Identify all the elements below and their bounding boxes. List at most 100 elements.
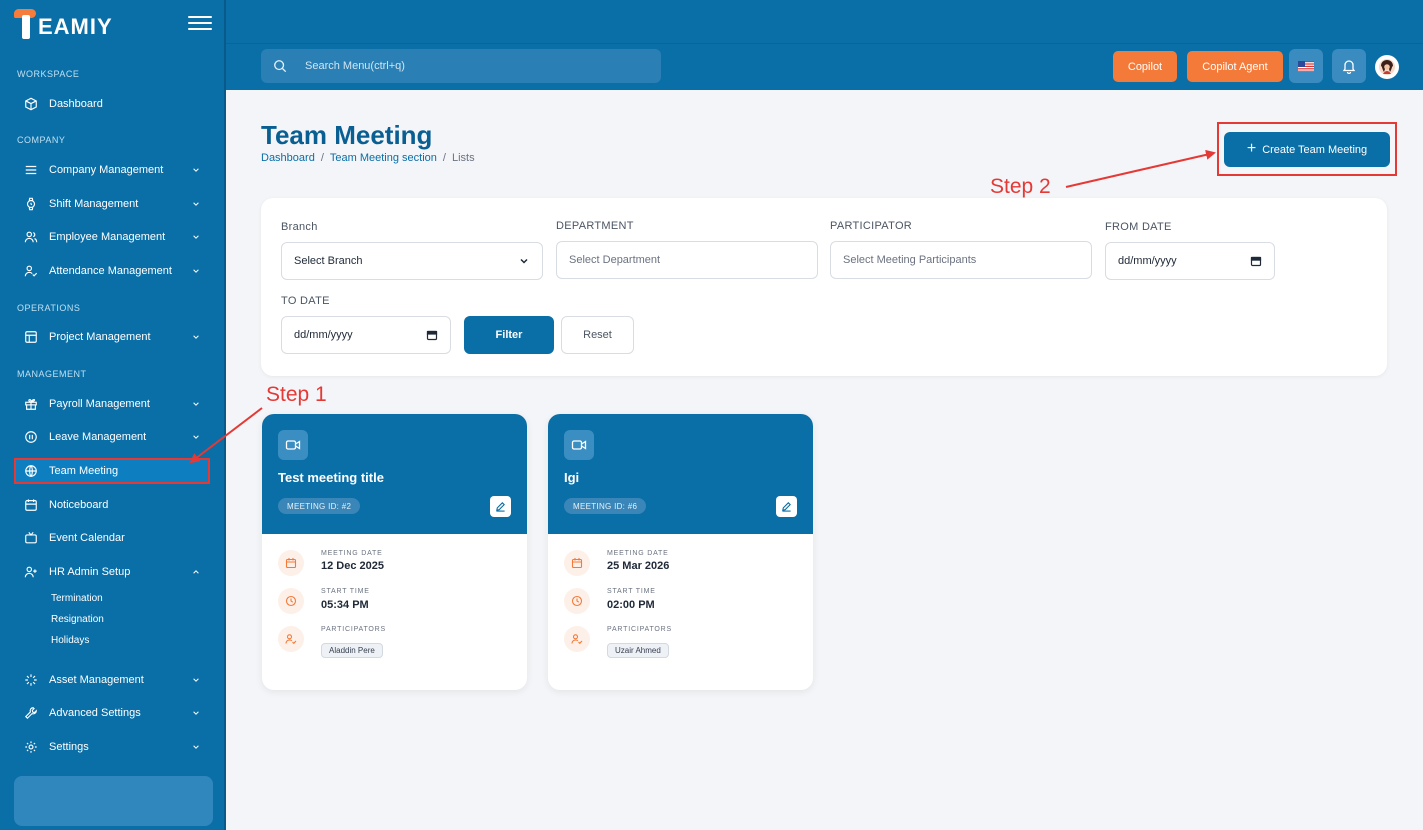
breadcrumb-current: Lists [451,152,475,164]
sidebar-item-leave-management[interactable]: Leave Management [14,424,210,450]
meeting-id-badge: MEETING ID: #6 [564,498,647,514]
sidebar-item-settings[interactable]: Settings [14,734,210,760]
sidebar-item-event-calendar[interactable]: Event Calendar [14,525,210,551]
participator-select[interactable]: Select Meeting Participants [830,241,1092,279]
reset-button[interactable]: Reset [561,316,634,354]
meeting-title: Test meeting title [278,470,384,485]
sidebar-item-hr-admin-setup[interactable]: HR Admin Setup [14,559,210,585]
department-select[interactable]: Select Department [556,241,818,279]
sidebar-item-project-management[interactable]: Project Management [14,324,210,350]
main-content: Team Meeting Dashboard / Team Meeting sect… [226,90,1423,830]
meeting-card-header: Test meeting title MEETING ID: #2 [262,414,527,534]
copilot-agent-button[interactable]: Copilot Agent [1187,51,1283,82]
sidebar-item-advanced-settings[interactable]: Advanced Settings [14,700,210,726]
branch-label: Branch [281,221,318,233]
sidebar-item-label: Attendance Management [49,265,172,277]
video-camera-icon [564,430,594,460]
department-placeholder: Select Department [569,254,661,266]
us-flag-icon [1298,60,1314,72]
chevron-down-icon [193,402,199,406]
sidebar-item-employee-management[interactable]: Employee Management [14,224,210,250]
sidebar-item-label: Settings [49,741,89,753]
clock-icon [564,588,590,614]
from-date-input[interactable]: dd/mm/yyyy [1105,242,1275,280]
sidebar-item-label: Asset Management [49,674,144,686]
user-avatar[interactable] [1375,55,1399,79]
hamburger-menu-icon[interactable] [188,16,212,30]
page-title: Team Meeting [261,120,433,150]
sidebar-item-label: HR Admin Setup [49,566,131,578]
chevron-down-icon [193,168,199,172]
edit-meeting-button[interactable] [776,496,797,517]
sidebar-item-label: Project Management [49,331,151,343]
sidebar-item-noticeboard[interactable]: Noticeboard [14,492,210,518]
meeting-date-label: MEETING DATE [321,550,383,557]
department-label: DEPARTMENT [556,220,634,232]
logo-mark [14,9,36,39]
calendar-icon[interactable] [426,329,438,341]
globe-icon [24,464,38,478]
sidebar-item-payroll-management[interactable]: Payroll Management [14,391,210,417]
chevron-down-icon [193,678,199,682]
branch-select[interactable]: Select Branch [281,242,543,280]
chevron-down-icon [193,335,199,339]
notifications-button[interactable] [1332,49,1366,83]
meeting-title: Igi [564,470,580,485]
sidebar-item-company-management[interactable]: Company Management [14,157,210,183]
sidebar-item-label: Company Management [49,164,164,176]
participators-label: PARTICIPATORS [607,626,672,633]
step2-highlight-box: + Create Team Meeting [1217,122,1397,176]
sidebar-subitem-resignation[interactable]: Resignation [51,614,104,625]
to-date-value: dd/mm/yyyy [294,329,353,341]
section-workspace: WORKSPACE [17,69,80,79]
chevron-up-icon [193,570,199,574]
participators-label: PARTICIPATORS [321,626,386,633]
breadcrumb-team-meeting-section[interactable]: Team Meeting section [330,152,437,164]
sidebar-item-label: Event Calendar [49,532,125,544]
chevron-down-icon [520,258,528,264]
calendar-icon[interactable] [1250,255,1262,267]
search-input[interactable] [305,60,645,72]
calendar-icon [278,550,304,576]
sidebar-subitem-termination[interactable]: Termination [51,593,103,604]
loader-icon [24,673,38,687]
meeting-card[interactable]: Test meeting title MEETING ID: #2 MEETIN… [262,414,527,690]
sidebar-item-attendance-management[interactable]: Attendance Management [14,258,210,284]
start-time-label: START TIME [321,588,370,595]
to-date-input[interactable]: dd/mm/yyyy [281,316,451,354]
user-check-icon [24,264,38,278]
users-icon [24,230,38,244]
participant-chip: Uzair Ahmed [607,643,669,658]
meeting-card[interactable]: Igi MEETING ID: #6 MEETING DATE 25 Mar 2… [548,414,813,690]
app-logo[interactable]: EAMIY [14,8,113,40]
list-icon [24,163,38,177]
meeting-date-label: MEETING DATE [607,550,669,557]
sidebar-item-asset-management[interactable]: Asset Management [14,667,210,693]
sidebar-item-team-meeting[interactable]: Team Meeting [14,458,210,484]
create-team-meeting-button[interactable]: + Create Team Meeting [1224,132,1390,167]
topbar-strip [226,0,1423,44]
breadcrumb-dashboard[interactable]: Dashboard [261,152,315,164]
filter-button[interactable]: Filter [464,316,554,354]
chevron-down-icon [193,269,199,273]
edit-meeting-button[interactable] [490,496,511,517]
participator-placeholder: Select Meeting Participants [843,254,977,266]
meeting-id-badge: MEETING ID: #2 [278,498,361,514]
step2-annotation: Step 2 [990,175,1051,198]
section-management: MANAGEMENT [17,369,87,379]
sidebar-item-label: Employee Management [49,231,166,243]
meeting-card-header: Igi MEETING ID: #6 [548,414,813,534]
sidebar-item-dashboard[interactable]: Dashboard [14,91,210,117]
breadcrumb: Dashboard / Team Meeting section / Lists [261,152,475,164]
language-flag-button[interactable] [1289,49,1323,83]
breadcrumb-separator: / [442,152,446,164]
sidebar-item-label: Advanced Settings [49,707,141,719]
search-bar[interactable] [261,49,661,83]
sidebar-subitem-holidays[interactable]: Holidays [51,635,89,646]
watch-icon [24,197,38,211]
calendar-icon [564,550,590,576]
sidebar-item-label: Shift Management [49,198,139,210]
sidebar-item-shift-management[interactable]: Shift Management [14,191,210,217]
copilot-button[interactable]: Copilot [1113,51,1177,82]
topbar: Copilot Copilot Agent [226,0,1423,90]
